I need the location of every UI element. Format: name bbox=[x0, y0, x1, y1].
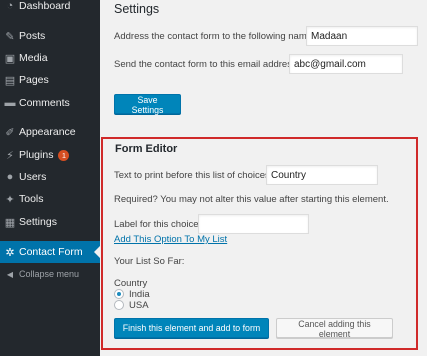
pushpin-icon: ✎ bbox=[5, 30, 15, 43]
sidebar-item-dashboard[interactable]: ◔ Dashboard bbox=[0, 0, 100, 17]
print-text-label: Text to print before this list of choice… bbox=[114, 170, 273, 181]
admin-sidebar: ◔ Dashboard ✎ Posts ▣ Media ▤ Pages ▬ Co… bbox=[0, 0, 100, 356]
sidebar-item-settings[interactable]: ▦ Settings bbox=[0, 211, 100, 233]
appearance-icon: ✐ bbox=[5, 126, 15, 139]
sidebar-item-label: Tools bbox=[19, 193, 44, 205]
list-so-far-label: Your List So Far: bbox=[114, 256, 185, 267]
email-label: Send the contact form to this email addr… bbox=[114, 59, 300, 70]
sidebar-item-users[interactable]: ● Users bbox=[0, 166, 100, 188]
collapse-menu-label: Collapse menu bbox=[19, 269, 80, 279]
sidebar-item-label: Plugins bbox=[19, 149, 54, 161]
sidebar-item-label: Media bbox=[19, 52, 48, 64]
sidebar-item-contact-form[interactable]: ✲ Contact Form bbox=[0, 241, 100, 263]
finish-element-button[interactable]: Finish this element and add to form bbox=[114, 318, 269, 338]
page-title: Settings bbox=[114, 2, 160, 16]
radio-option-label: India bbox=[129, 288, 150, 300]
cancel-element-button[interactable]: Cancel adding this element bbox=[276, 318, 393, 339]
update-count-badge: 1 bbox=[58, 149, 70, 161]
sidebar-item-label: Dashboard bbox=[19, 0, 71, 12]
save-settings-button[interactable]: Save Settings bbox=[114, 94, 181, 115]
sidebar-item-posts[interactable]: ✎ Posts bbox=[0, 25, 100, 47]
radio-button[interactable] bbox=[114, 289, 124, 299]
sidebar-item-tools[interactable]: ✦ Tools bbox=[0, 188, 100, 210]
radio-button[interactable] bbox=[114, 300, 124, 310]
sidebar-item-comments[interactable]: ▬ Comments bbox=[0, 92, 100, 114]
form-editor-title: Form Editor bbox=[115, 143, 178, 155]
print-text-input[interactable] bbox=[266, 165, 378, 185]
sidebar-item-plugins[interactable]: ⚡ Plugins 1 bbox=[0, 144, 100, 166]
tools-icon: ✦ bbox=[5, 193, 15, 206]
settings-icon: ▦ bbox=[4, 216, 16, 229]
email-input[interactable] bbox=[289, 54, 403, 74]
collapse-arrow-icon: ◀ bbox=[6, 269, 14, 279]
users-icon: ● bbox=[6, 171, 14, 183]
choice-label-input[interactable] bbox=[198, 214, 309, 234]
comments-icon: ▬ bbox=[4, 97, 16, 109]
media-icon: ▣ bbox=[4, 52, 16, 65]
radio-option-usa[interactable]: USA bbox=[114, 299, 149, 311]
address-name-input[interactable] bbox=[306, 26, 418, 46]
choice-label: Label for this choice: bbox=[114, 219, 202, 230]
address-label: Address the contact form to the followin… bbox=[114, 31, 315, 42]
sidebar-item-appearance[interactable]: ✐ Appearance bbox=[0, 121, 100, 143]
sidebar-item-label: Pages bbox=[19, 74, 49, 86]
collapse-menu-button[interactable]: ◀ Collapse menu bbox=[0, 263, 100, 285]
sidebar-item-media[interactable]: ▣ Media bbox=[0, 47, 100, 69]
add-option-link[interactable]: Add This Option To My List bbox=[114, 234, 227, 245]
pages-icon: ▤ bbox=[4, 74, 16, 87]
dashboard-icon: ◔ bbox=[6, 0, 14, 12]
sidebar-item-label: Contact Form bbox=[19, 246, 83, 258]
sidebar-item-label: Posts bbox=[19, 30, 46, 42]
gear-icon: ✲ bbox=[5, 246, 15, 259]
sidebar-item-label: Comments bbox=[19, 97, 70, 109]
sidebar-item-label: Appearance bbox=[19, 126, 76, 138]
required-note: Required? You may not alter this value a… bbox=[114, 194, 389, 205]
sidebar-item-label: Settings bbox=[19, 216, 57, 228]
radio-option-label: USA bbox=[129, 299, 149, 311]
sidebar-item-label: Users bbox=[19, 171, 47, 183]
sidebar-item-pages[interactable]: ▤ Pages bbox=[0, 69, 100, 91]
plugins-icon: ⚡ bbox=[6, 149, 14, 162]
